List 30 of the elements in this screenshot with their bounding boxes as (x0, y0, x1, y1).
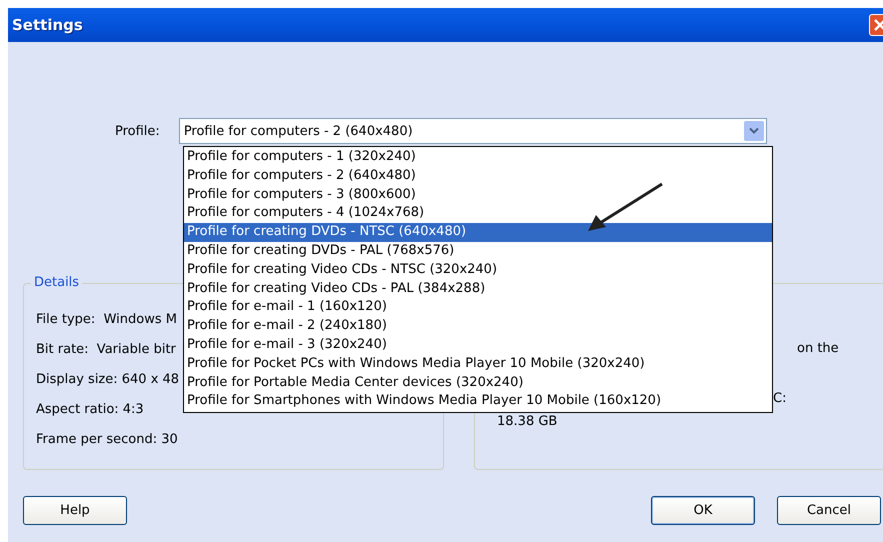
dropdown-option[interactable]: Profile for computers - 3 (800x600) (184, 186, 772, 204)
dropdown-option[interactable]: Profile for Smartphones with Windows Media Player 10 Mobile (160x120) (184, 392, 772, 412)
close-icon (873, 18, 883, 32)
ok-button[interactable]: OK (651, 496, 755, 525)
detail-text: File type: Windows M (36, 311, 177, 329)
dropdown-option[interactable]: Profile for e-mail - 1 (160x120) (184, 298, 772, 318)
dropdown-option[interactable]: Profile for creating Video CDs - NTSC (320x240) (184, 260, 772, 280)
dropdown-option[interactable]: Profile for e-mail - 3 (320x240) (184, 336, 772, 355)
help-button[interactable]: Help (23, 496, 127, 525)
dropdown-option[interactable]: Profile for e-mail - 2 (240x180) (184, 317, 772, 336)
dropdown-caret-icon (744, 121, 764, 141)
dropdown-option[interactable]: Profile for creating Video CDs - PAL (384x288) (184, 280, 772, 298)
profile-dropdown[interactable]: Profile for computers - 2 (640x480) (178, 118, 767, 144)
detail-text: Bit rate: Variable bitr (36, 341, 176, 359)
info-text: 18.38 GB (497, 413, 558, 431)
info-text: C: (773, 390, 786, 408)
info-text: on the (797, 340, 839, 358)
dropdown-option[interactable]: Profile for creating DVDs - PAL (768x576) (184, 242, 772, 261)
detail-text: Display size: 640 x 48 (36, 371, 180, 389)
dropdown-option[interactable]: Profile for computers - 2 (640x480) (184, 166, 772, 186)
dropdown-option[interactable]: Profile for Pocket PCs with Windows Media Player 10 Mobile (320x240) (184, 354, 772, 374)
dropdown-option[interactable]: Profile for computers - 1 (320x240) (184, 148, 772, 167)
profile-label: Profile: (115, 124, 160, 138)
detail-text: Frame per second: 30 (36, 431, 178, 449)
cancel-button[interactable]: Cancel (777, 496, 881, 525)
dropdown-option[interactable]: Profile for computers - 4 (1024x768) (184, 204, 772, 224)
dropdown-option[interactable]: Profile for Portable Media Center devices (320x240) (184, 374, 772, 392)
dropdown-option[interactable]: Profile for creating DVDs - NTSC (640x480) (184, 223, 772, 242)
window-title: Settings (11, 16, 83, 34)
detail-text: Aspect ratio: 4:3 (36, 401, 144, 419)
